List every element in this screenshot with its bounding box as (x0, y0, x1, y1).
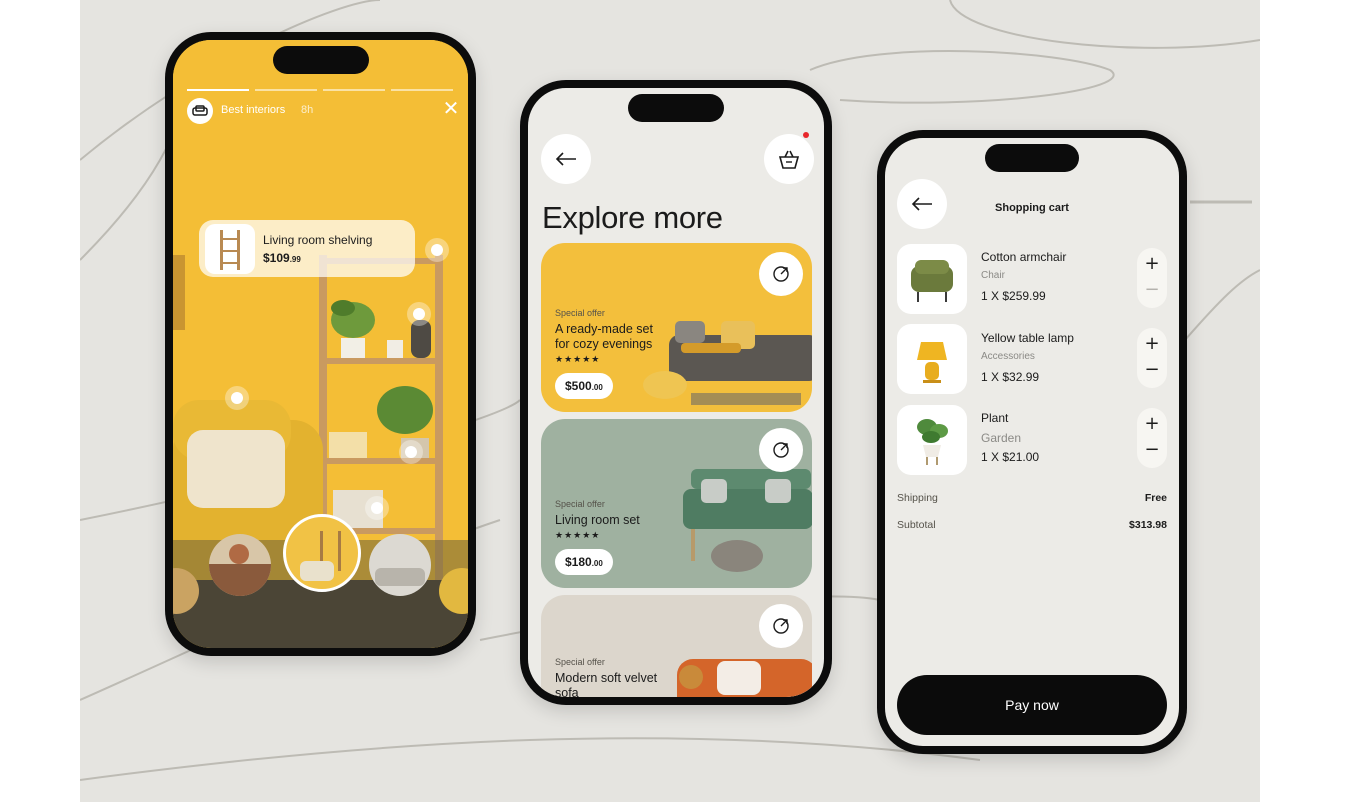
subtotal-label: Subtotal (897, 519, 936, 531)
plus-icon[interactable]: + (1137, 254, 1167, 274)
story-progress-4 (391, 89, 453, 91)
plus-icon[interactable]: + (1137, 334, 1167, 354)
card-title-line1: Living room set (555, 513, 640, 527)
item-quantity-price: 1 X $32.99 (981, 370, 1040, 384)
basket-icon (778, 150, 800, 169)
page-title: Shopping cart (995, 202, 1069, 214)
camera-notch (628, 94, 724, 122)
share-button[interactable] (759, 428, 803, 472)
shipping-label: Shipping (897, 492, 938, 504)
item-category: Garden (981, 431, 1022, 445)
minus-icon[interactable]: − (1137, 440, 1167, 460)
hotspot-dot[interactable] (405, 446, 417, 458)
minus-icon[interactable]: − (1137, 360, 1167, 380)
shelving-thumbnail (205, 224, 255, 274)
explore-phone: Explore more Special offer A ready-made … (520, 80, 832, 705)
offer-card[interactable]: Special offer Living room set ★★★★★ $180… (541, 419, 812, 588)
cart-button[interactable] (764, 134, 814, 184)
quantity-stepper[interactable]: + − (1137, 248, 1167, 308)
story-progress-1 (187, 89, 249, 91)
cart-notification-dot (803, 132, 809, 138)
price-pill: $500.00 (555, 373, 613, 399)
story-progress-2 (255, 89, 317, 91)
story-progress-3 (323, 89, 385, 91)
shipping-value: Free (1144, 492, 1167, 504)
hotspot-dot[interactable] (371, 502, 383, 514)
card-title-line1: Modern soft velvet (555, 671, 658, 685)
card-title-line1: A ready-made set (555, 322, 653, 336)
camera-notch (272, 46, 369, 74)
card-title-line2: for cozy evenings (555, 337, 653, 351)
lamp-image[interactable] (897, 324, 967, 394)
item-name: Cotton armchair (981, 250, 1067, 264)
page-title: Explore more (542, 200, 723, 235)
cart-screen: Shopping cart Cotton armchair Chair 1 X … (885, 138, 1179, 746)
product-price: $109.99 (263, 251, 301, 265)
share-icon (773, 618, 789, 634)
offer-card[interactable]: Special offer A ready-made set for cozy … (541, 243, 812, 412)
camera-notch (985, 144, 1079, 172)
product-title: Living room shelving (263, 233, 373, 247)
explore-screen: Explore more Special offer A ready-made … (528, 88, 824, 697)
account-avatar[interactable] (187, 98, 213, 124)
story-screen: Best interiors 8h ✕ Living room shelving… (173, 40, 468, 648)
close-icon[interactable]: ✕ (441, 98, 461, 118)
story-thumbnail[interactable] (209, 534, 271, 596)
plant-image[interactable] (897, 405, 967, 475)
arrow-left-icon (555, 152, 576, 166)
share-icon (773, 442, 789, 458)
quantity-stepper[interactable]: + − (1137, 408, 1167, 468)
item-quantity-price: 1 X $21.00 (981, 450, 1040, 464)
story-thumbnail-active[interactable] (283, 514, 361, 592)
plus-icon[interactable]: + (1137, 414, 1167, 434)
shelving-icon (220, 230, 240, 270)
story-phone: Best interiors 8h ✕ Living room shelving… (165, 32, 476, 656)
item-quantity-price: 1 X $259.99 (981, 289, 1046, 303)
hotspot-dot[interactable] (431, 244, 443, 256)
item-category: Chair (981, 270, 1005, 281)
quantity-stepper[interactable]: + − (1137, 328, 1167, 388)
minus-icon[interactable]: − (1137, 280, 1167, 300)
card-kicker: Special offer (555, 499, 605, 509)
share-icon (773, 266, 789, 282)
story-time: 8h (301, 104, 314, 116)
hotspot-dot[interactable] (231, 392, 243, 404)
cart-phone: Shopping cart Cotton armchair Chair 1 X … (877, 130, 1187, 754)
hotspot-dot[interactable] (413, 308, 425, 320)
rating-stars: ★★★★★ (555, 355, 601, 365)
card-kicker: Special offer (555, 308, 605, 318)
share-button[interactable] (759, 252, 803, 296)
offer-card[interactable]: Special offer Modern soft velvet sofa (541, 595, 812, 697)
armchair-image[interactable] (897, 244, 967, 314)
story-account-name[interactable]: Best interiors (221, 104, 285, 116)
card-kicker: Special offer (555, 657, 605, 667)
subtotal-value: $313.98 (1129, 519, 1167, 531)
back-button[interactable] (541, 134, 591, 184)
product-tag[interactable]: Living room shelving $109.99 (199, 220, 415, 277)
rating-stars: ★★★★★ (555, 531, 601, 541)
card-title-line2: sofa (555, 686, 579, 697)
item-name: Plant (981, 411, 1009, 425)
price-pill: $180.00 (555, 549, 613, 575)
pay-now-button[interactable]: Pay now (897, 675, 1167, 735)
sofa-logo-icon (192, 105, 208, 116)
story-thumbnail[interactable] (369, 534, 431, 596)
item-category: Accessories (981, 351, 1035, 362)
share-button[interactable] (759, 604, 803, 648)
item-name: Yellow table lamp (981, 331, 1074, 345)
